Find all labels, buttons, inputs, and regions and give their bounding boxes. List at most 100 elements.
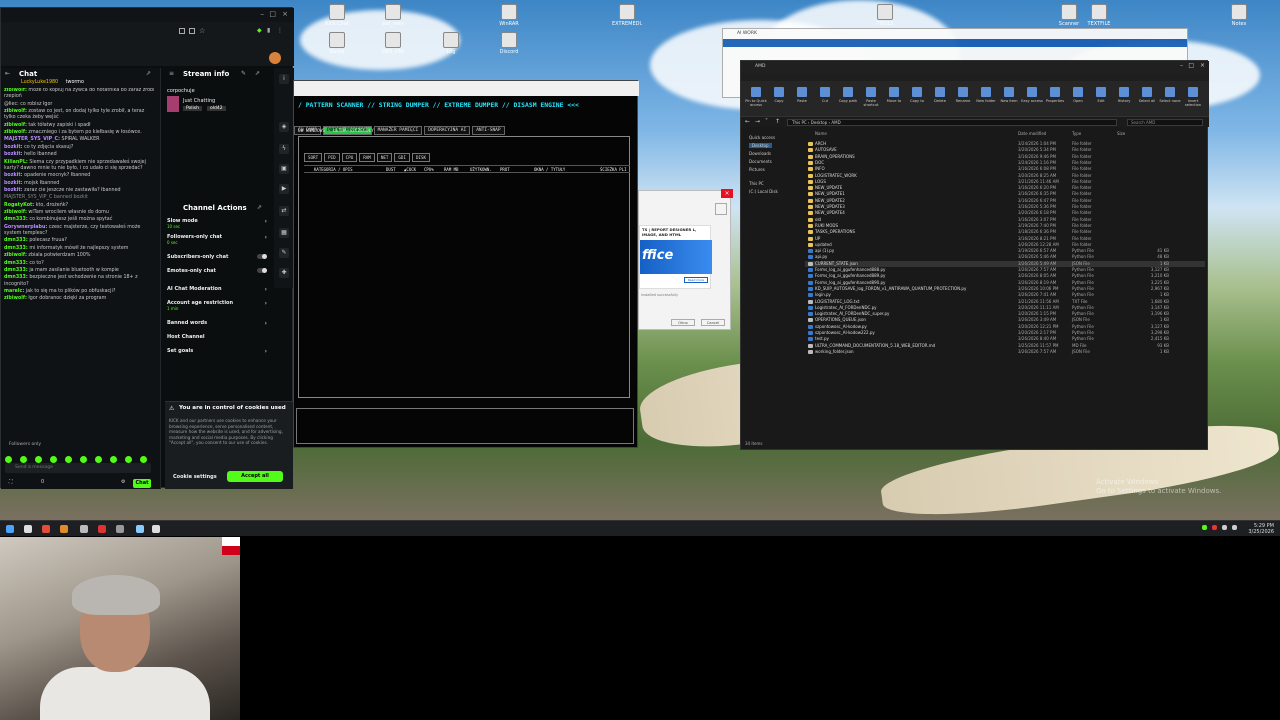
top-user-1[interactable]: LuckyLuke1980 bbox=[21, 80, 58, 85]
chat-username[interactable]: dmn333: bbox=[4, 246, 28, 251]
chat-username[interactable]: zibiwolf: bbox=[4, 130, 27, 135]
ribbon-button[interactable]: Cut bbox=[814, 87, 836, 103]
browser-icon[interactable] bbox=[42, 525, 50, 533]
chat-username[interactable]: zibiwolf: bbox=[4, 253, 27, 258]
avatar[interactable] bbox=[269, 52, 281, 64]
app-icon[interactable] bbox=[60, 525, 68, 533]
screenshot-icon[interactable] bbox=[179, 28, 185, 34]
file-row[interactable]: working_folder.json 3/26/2026 7:57 AM JSON… bbox=[805, 349, 1205, 355]
obs-icon[interactable] bbox=[98, 525, 106, 533]
chat-username[interactable]: KilianPL: bbox=[4, 160, 28, 165]
desktop-shortcut[interactable]: OBS_v30 bbox=[378, 32, 408, 55]
scanner-filter-button[interactable]: CPU bbox=[341, 153, 358, 162]
chat-collapse-icon[interactable]: ⇤ bbox=[5, 70, 10, 77]
scanner-filter-button[interactable]: GDI bbox=[394, 153, 410, 162]
minimize-icon[interactable]: – bbox=[261, 10, 265, 18]
emote-icon[interactable] bbox=[35, 456, 42, 463]
emote-icon[interactable] bbox=[50, 456, 57, 463]
chat-username[interactable]: bozkit: bbox=[4, 152, 23, 157]
star-icon[interactable]: ☆ bbox=[199, 27, 205, 35]
close-icon[interactable]: × bbox=[1200, 62, 1205, 69]
dialog-cancel-button[interactable]: Cancel bbox=[701, 319, 725, 326]
task-view-icon[interactable] bbox=[24, 525, 32, 533]
transfer-icon[interactable]: ⇄ bbox=[279, 206, 289, 216]
nav-item[interactable]: Downloads bbox=[749, 151, 771, 156]
shield-icon[interactable]: ◈ bbox=[279, 122, 289, 132]
address-path[interactable]: This PC › Desktop › AMD bbox=[787, 119, 1117, 126]
info-icon[interactable]: i bbox=[279, 74, 289, 84]
maximize-icon[interactable]: □ bbox=[269, 10, 276, 18]
scanner-filter-button[interactable]: NET bbox=[376, 153, 393, 162]
scanner-column-header[interactable]: KATEGORIA / OPIS bbox=[314, 167, 353, 172]
chat-username[interactable]: zibiwolf: bbox=[4, 88, 27, 93]
ribbon-button[interactable]: Paste shortcut bbox=[860, 87, 882, 107]
emote-icon[interactable] bbox=[140, 456, 147, 463]
channel-action-0[interactable]: Slow mode 10 sec › bbox=[167, 218, 267, 229]
top-user-2[interactable]: twormo bbox=[66, 80, 84, 85]
chat-send-button[interactable]: Chat bbox=[133, 479, 151, 488]
chat-username[interactable]: Gorywnerplabu: bbox=[4, 225, 47, 230]
read-more-button[interactable]: Read more bbox=[684, 277, 708, 283]
scanner-filter-button[interactable]: RAM bbox=[359, 153, 375, 162]
chat-input[interactable]: Send a message bbox=[5, 463, 151, 473]
ribbon-button[interactable]: History bbox=[1113, 87, 1135, 103]
chat-username[interactable]: zibiwolf: bbox=[4, 123, 27, 128]
ribbon-button[interactable]: Select none bbox=[1159, 87, 1181, 103]
popout-icon[interactable]: ⇗ bbox=[257, 204, 262, 211]
file-explorer-taskbar-icon[interactable] bbox=[80, 525, 88, 533]
desktop-shortcut[interactable]: ext_mini bbox=[378, 4, 408, 27]
chat-username[interactable]: zibiwolf: bbox=[4, 296, 27, 301]
chat-username[interactable]: bozkit: bbox=[4, 173, 23, 178]
video-icon[interactable]: ▶ bbox=[279, 184, 289, 194]
desktop-shortcut[interactable]: Kick Chat bbox=[322, 4, 352, 27]
ribbon-button[interactable]: Select all bbox=[1136, 87, 1158, 103]
edit-icon[interactable]: ✎ bbox=[241, 70, 246, 77]
nav-item[interactable]: This PC bbox=[749, 181, 764, 186]
emote-icon[interactable] bbox=[80, 456, 87, 463]
cookie-settings-button[interactable]: Cookie settings bbox=[173, 474, 217, 480]
scanner-column-header[interactable]: PROT bbox=[500, 167, 510, 172]
back-arrow-icon[interactable]: ← bbox=[745, 118, 750, 125]
channel-action-5[interactable]: Account age restriction 1 min › bbox=[167, 300, 267, 311]
emote-icon[interactable] bbox=[20, 456, 27, 463]
up-arrow-icon[interactable]: ↑ bbox=[775, 118, 780, 125]
tray-icon[interactable] bbox=[1222, 525, 1227, 530]
column-date[interactable]: Date modified bbox=[1018, 131, 1046, 136]
search-input[interactable]: Search AMD bbox=[1127, 119, 1203, 126]
add-icon[interactable]: ✚ bbox=[279, 268, 289, 278]
desktop-shortcut[interactable]: Dump bbox=[322, 32, 352, 55]
ribbon-button[interactable]: Properties bbox=[1044, 87, 1066, 103]
emote-icon[interactable] bbox=[65, 456, 72, 463]
channel-action-2[interactable]: Subscribers-only chat bbox=[167, 254, 267, 260]
minimize-icon[interactable]: – bbox=[1180, 62, 1183, 69]
scanner-filter-button[interactable]: PID bbox=[324, 153, 340, 162]
close-icon[interactable]: × bbox=[721, 189, 733, 198]
ribbon-button[interactable]: Invert selection bbox=[1182, 87, 1204, 107]
column-type[interactable]: Type bbox=[1072, 131, 1081, 136]
desktop-shortcut[interactable]: Log bbox=[436, 32, 466, 55]
grid-icon[interactable]: ▦ bbox=[279, 228, 289, 238]
desktop-shortcut[interactable]: TEXTFILE bbox=[1084, 4, 1114, 27]
chat-username[interactable]: bozkit: bbox=[4, 181, 23, 186]
scanner-tab[interactable]: DOPERACYJNA AI bbox=[424, 126, 471, 135]
column-size[interactable]: Size bbox=[1117, 131, 1125, 136]
start-icon[interactable] bbox=[6, 525, 14, 533]
scanner-filter-button[interactable]: DISK bbox=[411, 153, 431, 162]
scanner-column-header[interactable]: CPU% bbox=[424, 167, 434, 172]
menu-icon[interactable]: ⋮ bbox=[277, 27, 283, 34]
chevron-down-icon[interactable]: ˅ bbox=[765, 118, 768, 125]
scanner-column-header[interactable]: UŻYTKOWN. bbox=[470, 167, 492, 172]
ribbon-button[interactable]: Edit bbox=[1090, 87, 1112, 103]
emote-icon[interactable] bbox=[110, 456, 117, 463]
scanner-tab[interactable]: ANTI-SNAP bbox=[472, 126, 505, 135]
ribbon-button[interactable]: New item bbox=[998, 87, 1020, 103]
channel-action-1[interactable]: Followers-only chat 0 sec › bbox=[167, 234, 267, 245]
ribbon-button[interactable]: Delete bbox=[929, 87, 951, 103]
ribbon-button[interactable]: Copy path bbox=[837, 87, 859, 103]
ribbon-button[interactable]: Copy bbox=[768, 87, 790, 103]
channel-action-3[interactable]: Emotes-only chat bbox=[167, 268, 267, 274]
maximize-icon[interactable]: □ bbox=[1188, 62, 1194, 69]
scanner-column-header[interactable]: RAM MB bbox=[444, 167, 458, 172]
emote-icon[interactable] bbox=[125, 456, 132, 463]
forward-arrow-icon[interactable]: → bbox=[755, 118, 760, 125]
